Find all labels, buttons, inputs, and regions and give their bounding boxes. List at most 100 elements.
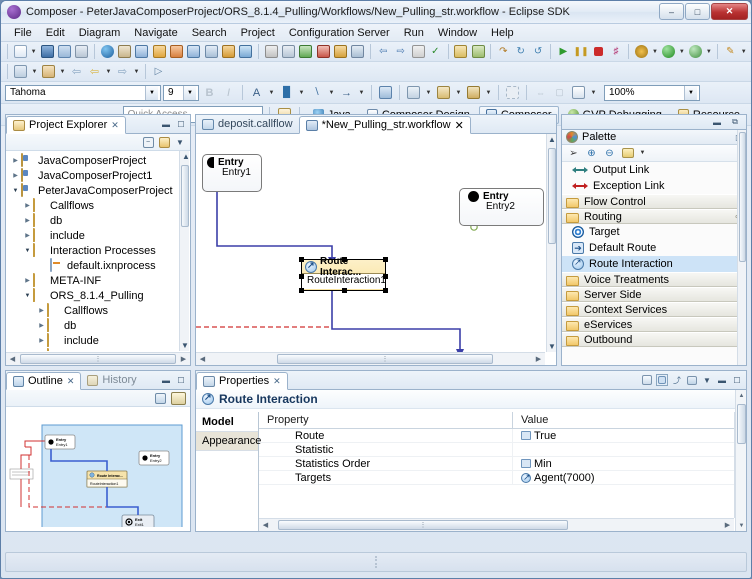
terminate-button[interactable]: [591, 43, 607, 60]
print-button[interactable]: [74, 43, 90, 60]
font-size-chevron-down-icon[interactable]: ▼: [183, 86, 196, 100]
close-icon[interactable]: ✕: [111, 120, 119, 131]
properties-tab-model[interactable]: Model: [196, 413, 258, 432]
horizontal-scroll-thumb[interactable]: ⋮: [20, 354, 176, 364]
menu-run[interactable]: Run: [397, 25, 431, 41]
run-button[interactable]: [660, 43, 676, 60]
tree-expand-arrow[interactable]: ▶: [36, 307, 47, 314]
properties-horizontal-scrollbar[interactable]: ◀ ⋮ ▶: [259, 518, 734, 531]
resize-handle-n[interactable]: [342, 257, 347, 262]
scroll-right-icon[interactable]: ▶: [721, 521, 734, 529]
new-diagram-button[interactable]: [134, 43, 150, 60]
scroll-right-icon[interactable]: ▶: [177, 355, 190, 363]
project-explorer-horizontal-scrollbar[interactable]: ◀ ⋮ ▶: [6, 352, 190, 365]
restore-view-icon[interactable]: ☐: [175, 374, 187, 386]
composer-diagram-button[interactable]: [220, 43, 236, 60]
previous-edit-dropdown-arrow[interactable]: ▼: [104, 63, 113, 80]
undeploy-button[interactable]: [350, 43, 366, 60]
palette-drawer-outbound[interactable]: Outbound: [562, 332, 746, 347]
node-route-interaction1[interactable]: Route Interac... RouteInteraction1: [301, 259, 386, 291]
scroll-up-icon[interactable]: ▲: [736, 390, 747, 401]
step-into-button[interactable]: ↷: [495, 43, 511, 60]
next-annotation-button[interactable]: [40, 63, 57, 80]
forward-button[interactable]: ⇨: [114, 63, 131, 80]
tree-expand-arrow[interactable]: ▶: [10, 157, 21, 164]
task-list-button[interactable]: [453, 43, 469, 60]
font-color-button[interactable]: A: [248, 84, 265, 101]
menu-window[interactable]: Window: [431, 25, 484, 41]
hierarchy-button[interactable]: [203, 43, 219, 60]
open-type-button[interactable]: [12, 63, 29, 80]
tab-properties[interactable]: Properties ✕: [196, 372, 288, 390]
tree-item[interactable]: ▶ JavaComposerProject1: [6, 168, 180, 183]
note-tool-icon[interactable]: [620, 146, 635, 161]
disconnect-button[interactable]: ♯: [608, 43, 624, 60]
palette-drawer-context-services[interactable]: Context Services: [562, 302, 746, 317]
minimize-view-icon[interactable]: ▬: [160, 374, 172, 386]
table-row[interactable]: Statistics Order Min: [259, 457, 746, 471]
vertical-scroll-thumb[interactable]: [548, 148, 556, 244]
auto-size-button[interactable]: [435, 84, 452, 101]
tree-collapse-arrow[interactable]: ▼: [22, 293, 33, 299]
view-menu-icon[interactable]: ▼: [701, 374, 713, 386]
connect-configserver-button[interactable]: [298, 43, 314, 60]
palette-drawer-server-side[interactable]: Server Side: [562, 287, 746, 302]
vertical-scroll-thumb[interactable]: [739, 132, 746, 262]
scroll-down-icon[interactable]: ▼: [180, 340, 190, 351]
workflow-canvas[interactable]: Entry Entry1 Entry Entry2 Rout: [196, 134, 545, 352]
palette-drawer-flow-control[interactable]: Flow Control: [562, 194, 746, 209]
pen-dropdown-arrow[interactable]: ▼: [739, 43, 748, 60]
property-value-cell[interactable]: True: [512, 429, 746, 442]
tree-expand-arrow[interactable]: ▶: [22, 232, 33, 239]
tab-history[interactable]: History: [81, 371, 142, 389]
select-tool-icon[interactable]: ➢: [566, 146, 581, 161]
next-annotation-dropdown-arrow[interactable]: ▼: [58, 63, 67, 80]
restore-view-icon[interactable]: ⧉: [729, 116, 741, 128]
tree-expand-arrow[interactable]: ▶: [22, 202, 33, 209]
debug-dropdown-arrow[interactable]: ▼: [651, 43, 660, 60]
tree-item[interactable]: default.ixnprocess: [6, 258, 180, 273]
line-color-chevron-down-icon[interactable]: ▼: [327, 84, 336, 101]
back-button[interactable]: ⇦: [68, 63, 85, 80]
vertical-scroll-thumb[interactable]: [181, 165, 189, 227]
scroll-up-icon[interactable]: ▲: [180, 151, 192, 162]
restore-default-icon[interactable]: [686, 374, 698, 386]
export-button[interactable]: [168, 43, 184, 60]
line-style-chevron-down-icon[interactable]: ▼: [357, 84, 366, 101]
menu-help[interactable]: Help: [484, 25, 521, 41]
zoom-chevron-down-icon[interactable]: ▼: [684, 86, 697, 100]
forward-dropdown-arrow[interactable]: ▼: [132, 63, 141, 80]
new-callflow-button[interactable]: [99, 43, 115, 60]
palette-item-route-interaction[interactable]: Route Interaction: [562, 256, 746, 272]
save-all-button[interactable]: [56, 43, 72, 60]
save-button[interactable]: [39, 43, 55, 60]
menu-configuration-server[interactable]: Configuration Server: [282, 25, 397, 41]
property-value-cell[interactable]: Min: [512, 457, 746, 470]
tree-item[interactable]: ▶ META-INF: [6, 273, 180, 288]
table-row[interactable]: Targets Agent(7000): [259, 471, 746, 485]
tree-expand-arrow[interactable]: ▶: [36, 337, 47, 344]
edit-code-button[interactable]: [280, 43, 296, 60]
scroll-left-icon[interactable]: ◀: [259, 521, 272, 529]
zoom-page-button[interactable]: ▢: [551, 84, 568, 101]
tree-collapse-arrow[interactable]: ▼: [10, 188, 21, 194]
project-explorer-vertical-scrollbar[interactable]: ▲ ▼: [179, 151, 189, 351]
tree-expand-arrow[interactable]: ▶: [22, 277, 33, 284]
font-size-combo[interactable]: 9 ▼: [163, 85, 199, 101]
horizontal-scroll-thumb[interactable]: ⋮: [277, 354, 493, 364]
note-tool-chevron-down-icon[interactable]: ▼: [638, 145, 647, 162]
node-entry2[interactable]: Entry Entry2: [459, 188, 544, 226]
minimize-view-icon[interactable]: ▬: [160, 118, 172, 130]
editor-tab-new-pulling-str-workflow[interactable]: *New_Pulling_str.workflow ✕: [299, 116, 471, 134]
task-filter-button[interactable]: [470, 43, 486, 60]
scroll-right-icon[interactable]: ▶: [532, 355, 545, 363]
tree-item[interactable]: ▶ Callflows: [6, 198, 180, 213]
bold-button[interactable]: B: [201, 84, 218, 101]
auto-size-chevron-down-icon[interactable]: ▼: [454, 84, 463, 101]
show-advanced-icon[interactable]: ⤴: [671, 374, 683, 386]
scroll-down-icon[interactable]: ▼: [736, 520, 747, 531]
palette-item-exception-link[interactable]: Exception Link: [562, 178, 746, 194]
outline-overview-view-icon[interactable]: [170, 391, 186, 405]
close-icon[interactable]: ✕: [455, 119, 464, 132]
resize-handle-e[interactable]: [383, 274, 388, 279]
